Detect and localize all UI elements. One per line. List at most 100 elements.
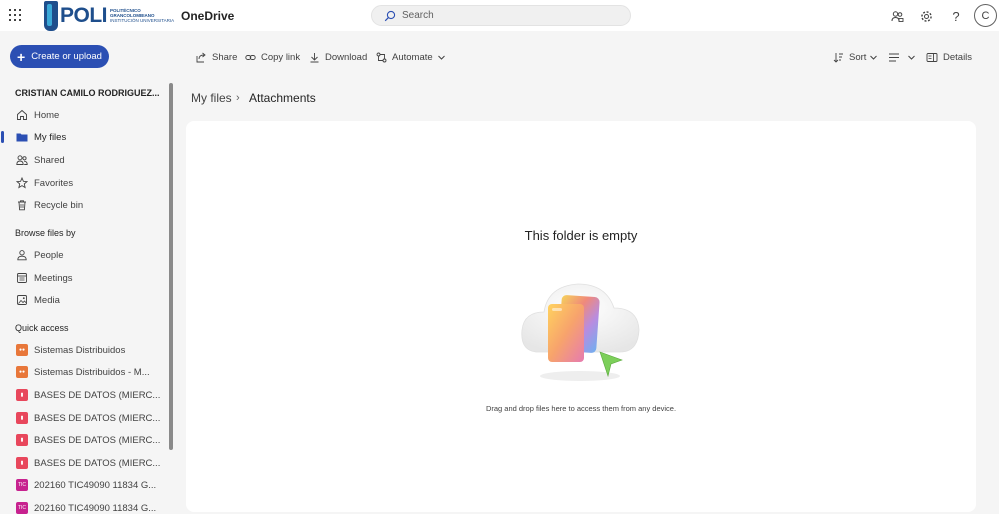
share-button[interactable]: Share (196, 50, 237, 64)
sort-icon (833, 52, 843, 63)
sidebar-item-people[interactable]: People (0, 245, 165, 265)
search-icon (384, 10, 396, 21)
sidebar-item-label: Recycle bin (34, 199, 84, 211)
quick-access-item[interactable]: TIC 202160 TIC49090 11834 G... (0, 475, 165, 495)
sidebar-item-recycle-bin[interactable]: Recycle bin (0, 195, 165, 215)
quick-access-label: 202160 TIC49090 11834 G... (34, 479, 157, 491)
download-icon (310, 52, 319, 62)
details-button[interactable]: Details (926, 50, 972, 64)
sidebar-item-label: My files (34, 131, 67, 143)
account-name[interactable]: CRISTIAN CAMILO RODRIGUEZ... (15, 88, 165, 98)
quick-access-label: BASES DE DATOS (MIERC... (34, 457, 161, 469)
automate-button[interactable]: Automate (376, 50, 451, 64)
site-badge-icon: ●● (16, 344, 28, 356)
star-icon (16, 177, 28, 189)
site-icon: ▮ (16, 434, 28, 446)
chevron-down-icon (870, 55, 878, 60)
breadcrumb-my-files[interactable]: My files (191, 91, 232, 105)
breadcrumb-separator-icon: › (236, 92, 240, 104)
search-input[interactable] (402, 10, 602, 21)
site-badge-icon: ▮ (16, 389, 28, 401)
person-icon (16, 249, 28, 261)
site-badge-icon: TIC (16, 479, 28, 491)
sidebar-item-media[interactable]: Media (0, 290, 165, 310)
sidebar-item-shared[interactable]: Shared (0, 150, 165, 170)
trash-icon (16, 199, 28, 211)
quick-access-item[interactable]: ▮ BASES DE DATOS (MIERC... (0, 408, 165, 428)
sidebar-item-meetings[interactable]: Meetings (0, 268, 165, 288)
quick-access-label: Sistemas Distribuidos (34, 344, 126, 356)
chevron-down-icon (437, 55, 445, 60)
create-or-upload-button[interactable]: + Create or upload (10, 45, 109, 68)
flow-icon (376, 52, 387, 62)
logo-text: POLI (60, 3, 108, 27)
details-pane-icon (926, 52, 938, 62)
sidebar-item-label: Favorites (34, 177, 74, 189)
logo-sub-line: INSTITUCIÓN UNIVERSITARIA (110, 18, 175, 23)
quick-access-item[interactable]: ●● Sistemas Distribuidos (0, 340, 165, 360)
site-icon: TIC (16, 479, 28, 491)
quick-access-item[interactable]: ▮ BASES DE DATOS (MIERC... (0, 430, 165, 450)
sidebar-item-label: Home (34, 109, 60, 121)
image-icon (16, 294, 28, 306)
copy-link-label: Copy link (261, 51, 301, 63)
quick-access-item[interactable]: ▮ BASES DE DATOS (MIERC... (0, 385, 165, 405)
site-icon: ▮ (16, 412, 28, 424)
sidebar-item-favorites[interactable]: Favorites (0, 173, 165, 193)
quick-access-item[interactable]: ●● Sistemas Distribuidos - M... (0, 362, 165, 382)
quick-access-label: BASES DE DATOS (MIERC... (34, 412, 161, 424)
gear-icon[interactable] (917, 7, 935, 25)
empty-state-title: This folder is empty (524, 228, 638, 243)
download-button[interactable]: Download (309, 50, 367, 64)
sidebar-item-my-files[interactable]: My files (0, 127, 165, 147)
sidebar-item-label: Shared (34, 154, 65, 166)
share-people-icon[interactable] (888, 7, 906, 25)
app-name[interactable]: OneDrive (181, 9, 234, 23)
site-badge-icon: ▮ (16, 412, 28, 424)
sidebar-item-label: Meetings (34, 272, 73, 284)
help-icon[interactable]: ? (947, 7, 965, 25)
organization-logo[interactable]: POLI POLITÉCNICO GRANCOLOMBIANO INSTITUC… (44, 0, 174, 31)
quick-access-label: BASES DE DATOS (MIERC... (34, 389, 161, 401)
quick-access-heading: Quick access (15, 323, 69, 333)
avatar[interactable]: C (974, 4, 997, 27)
quick-access-label: BASES DE DATOS (MIERC... (34, 434, 161, 446)
logo-mark-icon (44, 0, 58, 31)
plus-icon: + (17, 48, 26, 65)
sidebar-item-label: People (34, 249, 64, 261)
people-icon (16, 154, 28, 166)
automate-label: Automate (392, 51, 433, 63)
view-options-button[interactable] (888, 50, 921, 64)
browse-files-heading: Browse files by (15, 228, 76, 238)
site-icon: ▮ (16, 457, 28, 469)
site-icon: ●● (16, 344, 28, 356)
logo-subtitle: POLITÉCNICO GRANCOLOMBIANO INSTITUCIÓN U… (110, 8, 174, 23)
download-label: Download (325, 51, 368, 63)
link-icon (245, 54, 256, 60)
sidebar-item-home[interactable]: Home (0, 105, 165, 125)
file-list-drop-zone[interactable]: This folder is empty Drag and drop files… (186, 121, 976, 512)
site-icon: ●● (16, 366, 28, 378)
empty-state-subtitle: Drag and drop files here to access them … (485, 404, 677, 413)
site-badge-icon: ▮ (16, 434, 28, 446)
copy-link-button[interactable]: Copy link (245, 50, 300, 64)
sidebar-scrollbar[interactable] (169, 83, 173, 450)
share-label: Share (212, 51, 238, 63)
sort-button[interactable]: Sort (833, 50, 883, 64)
quick-access-item[interactable]: ▮ BASES DE DATOS (MIERC... (0, 453, 165, 473)
chevron-down-icon (908, 55, 915, 60)
search-box[interactable] (371, 5, 631, 26)
site-icon: ▮ (16, 389, 28, 401)
details-label: Details (943, 51, 973, 63)
site-badge-icon: ▮ (16, 457, 28, 469)
quick-access-label: Sistemas Distribuidos - M... (34, 366, 150, 378)
sort-label: Sort (849, 51, 867, 63)
app-launcher-icon[interactable] (9, 9, 21, 21)
folder-icon (16, 131, 28, 143)
sidebar-item-label: Media (34, 294, 60, 306)
breadcrumb-current: Attachments (249, 91, 316, 105)
quick-access-label: 202160 TIC49090 11834 G... (34, 502, 157, 514)
quick-access-item[interactable]: TIC 202160 TIC49090 11834 G... (0, 498, 165, 514)
site-badge-icon: ●● (16, 366, 28, 378)
empty-folder-illustration (521, 283, 640, 381)
